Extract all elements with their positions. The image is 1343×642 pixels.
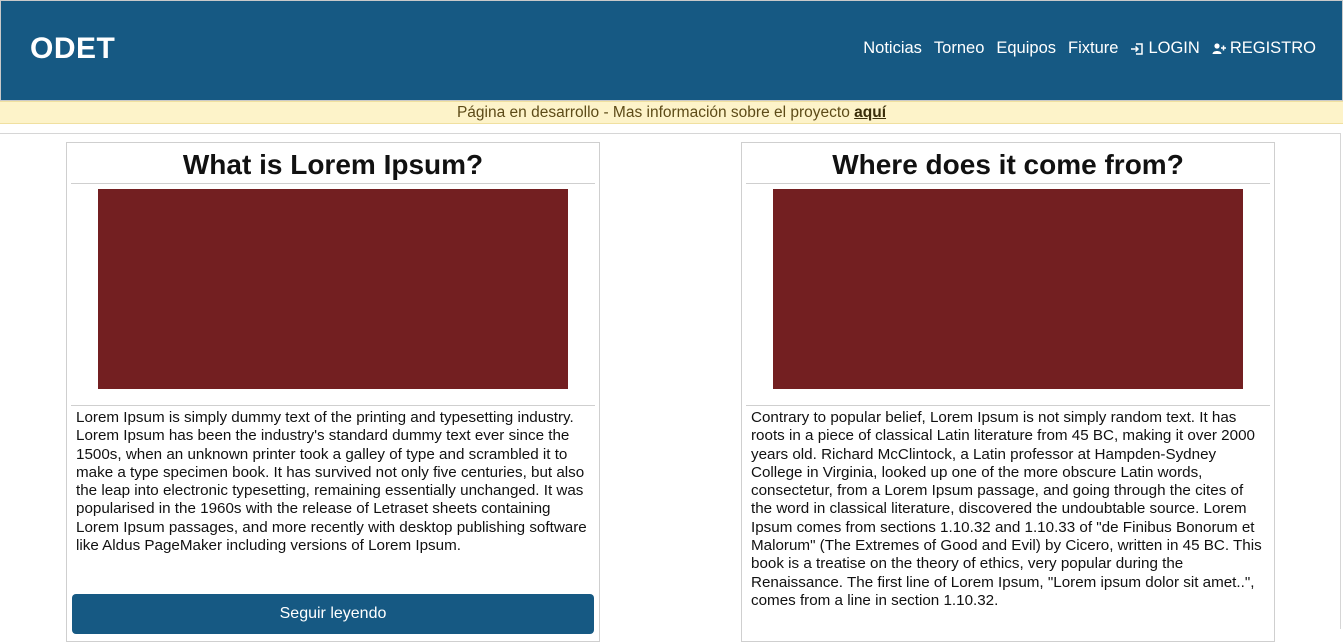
banner-text: Página en desarrollo - Mas información s… — [456, 104, 855, 121]
user-plus-icon — [1212, 42, 1226, 54]
card-image — [98, 189, 568, 389]
register-label: REGISTRO — [1229, 39, 1316, 57]
nav-item-fixture[interactable]: Fixture — [1068, 39, 1118, 58]
card-text: Lorem Ipsum is simply dummy text of the … — [76, 409, 587, 555]
read-more-button[interactable]: Seguir leyendo — [72, 594, 594, 634]
card-title: What is Lorem Ipsum? — [71, 143, 595, 184]
card-text: Contrary to popular belief, Lorem Ipsum … — [751, 409, 1262, 609]
register-link[interactable]: REGISTRO — [1212, 39, 1316, 58]
card-title: Where does it come from? — [746, 143, 1270, 184]
article-card: Where does it come from? Contrary to pop… — [741, 142, 1275, 642]
nav-item-noticias[interactable]: Noticias — [863, 39, 922, 58]
login-link[interactable]: LOGIN — [1130, 39, 1200, 58]
top-navbar: ODET Noticias Torneo Equipos Fixture LOG… — [0, 0, 1343, 101]
brand-logo[interactable]: ODET — [30, 32, 115, 66]
nav-item-equipos[interactable]: Equipos — [996, 39, 1056, 58]
login-label: LOGIN — [1148, 39, 1200, 57]
main-nav: Noticias Torneo Equipos Fixture LOGIN RE… — [863, 39, 1316, 58]
banner-link[interactable]: aquí — [854, 104, 886, 121]
article-card: What is Lorem Ipsum? Lorem Ipsum is simp… — [66, 142, 600, 642]
nav-item-torneo[interactable]: Torneo — [934, 39, 984, 58]
card-image — [773, 189, 1243, 389]
dev-banner: Página en desarrollo - Mas información s… — [0, 101, 1343, 124]
sign-in-icon — [1131, 42, 1144, 55]
